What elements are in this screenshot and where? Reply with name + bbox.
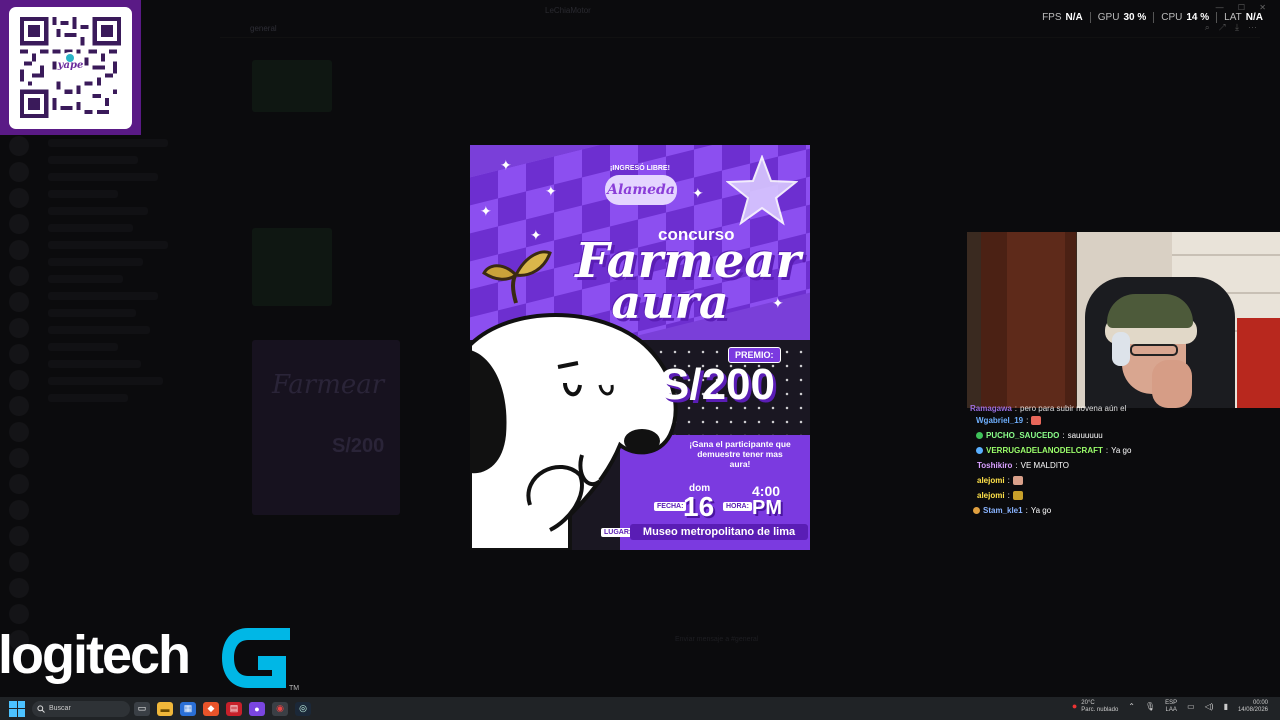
yape-logo-icon: yape — [57, 52, 84, 79]
purple-app-icon[interactable]: ● — [249, 701, 265, 716]
yape-qr-panel: yape — [0, 0, 141, 135]
webcam-feed — [967, 232, 1280, 408]
cap — [1107, 294, 1193, 328]
winner-text: ¡Gana el participante que demuestre tene… — [689, 439, 791, 469]
toolbar-icons[interactable]: ⌕↗⤓⋯ — [1205, 22, 1266, 33]
task-view-icon[interactable]: ▭ — [134, 701, 150, 716]
star-icon: ✦ — [545, 183, 557, 199]
steam-icon[interactable]: ◎ — [295, 701, 311, 716]
star-icon: ✦ — [500, 157, 512, 173]
battery-icon[interactable]: ▮ — [1224, 702, 1228, 711]
message-input[interactable]: Enviar mensaje a #general — [675, 636, 825, 648]
weather-widget[interactable]: ● 20°C Parc. nublado — [1072, 700, 1118, 713]
logitech-g-icon — [222, 628, 290, 688]
windows-taskbar: Buscar ▭ ▬ ▦ ◆ ▤ ● ◉ ◎ ● 20°C Parc. nubla… — [0, 697, 1280, 720]
network-icon[interactable]: ▭ — [1187, 702, 1195, 711]
performance-overlay: FPS N/A GPU 30 % CPU 14 % LAT N/A — [1035, 12, 1270, 23]
language-indicator[interactable]: ESP LAA — [1165, 700, 1177, 713]
file-explorer-icon[interactable]: ▬ — [157, 701, 173, 716]
chat-poster-preview: Farmear S/200 — [252, 340, 400, 515]
day-number: 16 — [683, 491, 715, 522]
emote-icon — [1031, 416, 1042, 425]
chat-message: Toshikiro: VE MALDITO — [977, 461, 1069, 470]
event-poster[interactable]: ✦ ✦ ✦ ✦ ✦ ✦ ¡INGRESÓ LIBRE! Alameda conc… — [470, 145, 810, 550]
place-value: Museo metropolitano de lima — [630, 524, 808, 540]
emote-icon — [1012, 491, 1023, 500]
channel-list — [40, 130, 210, 630]
emote-icon — [1012, 476, 1023, 485]
date-label: FECHA: — [654, 502, 687, 511]
taskbar-clock[interactable]: 00:00 14/08/2026 — [1238, 700, 1268, 713]
taskbar-apps: ▭ ▬ ▦ ◆ ▤ ● ◉ ◎ — [134, 701, 311, 716]
badge-icon — [973, 507, 980, 514]
brave-browser-icon[interactable]: ◆ — [203, 701, 219, 716]
channel-name: general — [250, 24, 277, 33]
time-label: HORA: — [723, 502, 752, 511]
store-icon[interactable]: ▦ — [180, 701, 196, 716]
stream-chat: Ramagawa: pero para subir novena aún el W… — [970, 402, 1200, 518]
chat-message: alejomi: — [970, 473, 1200, 488]
red-app-icon[interactable]: ▤ — [226, 701, 242, 716]
badge-icon — [976, 432, 983, 439]
star-icon: ✦ — [530, 227, 542, 243]
sprout-icon — [482, 250, 552, 304]
venue-logo: Alameda — [605, 175, 677, 205]
window-title: LeChiaMotor — [545, 6, 591, 15]
chevron-up-icon[interactable]: ⌃ — [1128, 702, 1135, 711]
chat-message: Stam_kle1: Ya go — [970, 503, 1200, 518]
taskbar-search[interactable]: Buscar — [32, 700, 130, 717]
cpu-stat: CPU 14 % — [1153, 12, 1216, 23]
windows-start-button[interactable] — [9, 700, 25, 717]
time-ampm: PM — [752, 497, 782, 519]
search-icon — [37, 704, 45, 713]
chat-message: PUCHO_SAUCEDO: sauuuuuu — [970, 428, 1200, 443]
free-entry-text: ¡INGRESÓ LIBRE! — [610, 165, 670, 172]
chat-image — [252, 228, 332, 306]
crystal-star-icon — [726, 155, 798, 226]
chat-message: alejomi: — [970, 488, 1200, 503]
headset-icon — [1112, 332, 1130, 366]
star-icon: ✦ — [692, 185, 704, 201]
chat-message: VERRUGADELANODELCRAFT: Ya go — [970, 443, 1200, 458]
search-placeholder: Buscar — [49, 705, 71, 712]
weather-icon: ● — [1071, 700, 1078, 711]
badge-icon — [976, 447, 983, 454]
chat-message: Ramagawa: pero para subir novena aún el — [970, 404, 1127, 413]
latency-stat: LAT N/A — [1216, 12, 1270, 23]
prize-amount: S/200 — [660, 360, 775, 409]
gpu-stat: GPU 30 % — [1089, 12, 1153, 23]
chat-image — [252, 60, 332, 112]
star-icon: ✦ — [480, 203, 492, 219]
server-rail — [0, 130, 38, 650]
system-tray: ● 20°C Parc. nublado ⌃ 🎙 ESP LAA ▭ ◁) ▮ 00… — [1072, 700, 1268, 713]
chrome-icon[interactable]: ◉ — [272, 701, 288, 716]
star-icon: ✦ — [772, 295, 784, 311]
volume-icon[interactable]: ◁) — [1205, 702, 1214, 711]
qr-card: yape — [9, 7, 132, 129]
window-controls[interactable]: — ☐ ✕ — [1216, 3, 1272, 12]
microphone-icon[interactable]: 🎙 — [1145, 702, 1155, 711]
stream-stage: LeChiaMotor general Farmear S/200 Enviar… — [0, 0, 1280, 720]
snoopy-illustration — [470, 313, 678, 550]
fps-stat: FPS N/A — [1042, 12, 1083, 23]
logitech-wordmark: logitech — [0, 625, 191, 685]
chat-message: Wgabriel_19: — [970, 413, 1200, 428]
